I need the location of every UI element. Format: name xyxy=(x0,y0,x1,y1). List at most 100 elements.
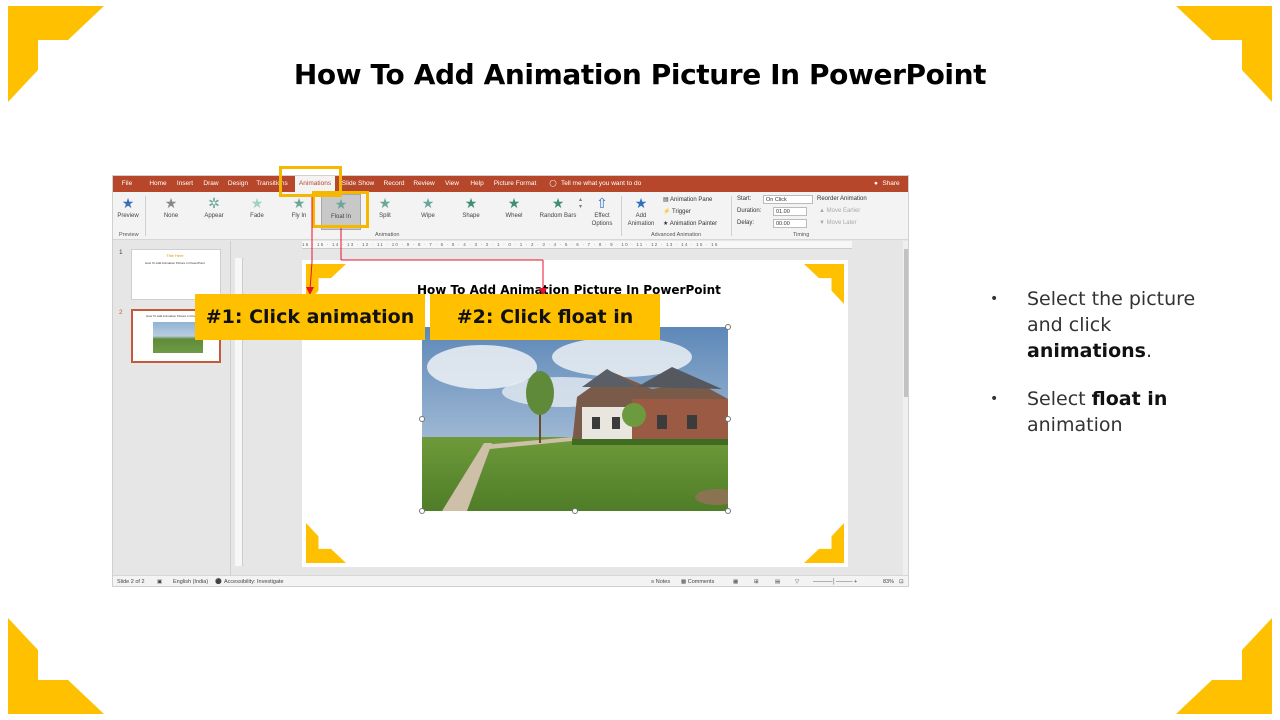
house-photo[interactable] xyxy=(422,327,728,511)
tab-slide-show[interactable]: Slide Show xyxy=(340,176,376,192)
slide-thumbnail-1[interactable]: Title Here How To Add Animation Picture … xyxy=(131,249,221,300)
ribbon-tab-bar: File Home Insert Draw Design Transitions… xyxy=(113,176,908,192)
move-later-button[interactable]: ▼ Move Later xyxy=(819,220,857,226)
vertical-scrollbar[interactable] xyxy=(903,241,908,575)
ribbon-separator xyxy=(731,196,732,236)
corner-decoration-bottom-left xyxy=(8,618,104,714)
accessibility-status[interactable]: Accessibility: Investigate xyxy=(224,576,284,586)
appear-star-icon: ✲ xyxy=(208,195,220,211)
tab-help[interactable]: Help xyxy=(466,176,488,192)
advanced-animation-group-label: Advanced Animation xyxy=(651,232,702,238)
start-label: Start: xyxy=(737,196,752,202)
start-dropdown[interactable]: On Click xyxy=(763,195,813,204)
tab-home[interactable]: Home xyxy=(147,176,169,192)
zoom-level[interactable]: 83% xyxy=(883,576,894,586)
add-animation-button[interactable]: ★ Add Animation xyxy=(623,194,659,230)
duration-label: Duration: xyxy=(737,208,762,214)
animation-wheel[interactable]: ★ Wheel xyxy=(494,194,534,230)
lightbulb-icon: ◯ xyxy=(549,180,557,187)
duration-input[interactable]: 01.00 xyxy=(773,207,807,216)
notes-button[interactable]: ≡ Notes xyxy=(651,576,670,586)
fit-slide-icon[interactable]: ⊡ xyxy=(899,576,904,586)
animation-appear[interactable]: ✲ Appear xyxy=(194,194,234,230)
preview-star-icon: ★ xyxy=(121,195,135,211)
slide-counter: Slide 2 of 2 xyxy=(117,579,145,585)
resize-handle[interactable] xyxy=(725,416,731,422)
animation-group-label: Animation xyxy=(375,232,400,238)
random-bars-star-icon: ★ xyxy=(551,195,565,211)
bullet-item-1: • Select the picture and click animation… xyxy=(990,288,1196,362)
animation-random-bars[interactable]: ★ Random Bars xyxy=(535,194,581,230)
callout-click-float-in: #2: Click float in xyxy=(430,294,660,340)
horizontal-ruler: 16 · 15 · 14 · 13 · 12 · 11 · 10 · 9 · 8… xyxy=(302,241,852,249)
tab-picture-format[interactable]: Picture Format xyxy=(492,176,538,192)
corner-decoration-bottom-right xyxy=(1176,618,1272,714)
bullet-dot: • xyxy=(990,391,999,407)
bullet-dot: • xyxy=(990,291,999,307)
inner-corner-bottom-right xyxy=(804,523,844,563)
tab-view[interactable]: View xyxy=(441,176,463,192)
shape-star-icon: ★ xyxy=(464,195,478,211)
delay-input[interactable]: 00.00 xyxy=(773,219,807,228)
animation-pane-button[interactable]: ▤ Animation Pane xyxy=(663,196,712,203)
add-animation-star-icon: ★ xyxy=(634,195,648,211)
reading-view-icon[interactable]: ▤ xyxy=(775,576,780,586)
tab-insert[interactable]: Insert xyxy=(174,176,196,192)
float-in-highlight xyxy=(312,191,369,228)
split-star-icon: ★ xyxy=(378,195,392,211)
thumb1-title: Title Here xyxy=(166,253,184,258)
slideshow-view-icon[interactable]: ▽ xyxy=(795,576,799,586)
ribbon-separator xyxy=(621,196,622,236)
wheel-star-icon: ★ xyxy=(507,195,521,211)
callout-click-animation: #1: Click animation xyxy=(195,294,425,340)
thumb-number-2: 2 xyxy=(119,309,123,316)
resize-handle[interactable] xyxy=(419,508,425,514)
resize-handle[interactable] xyxy=(419,416,425,422)
preview-group-label: Preview xyxy=(119,232,139,238)
resize-handle[interactable] xyxy=(572,508,578,514)
powerpoint-screenshot: File Home Insert Draw Design Transitions… xyxy=(112,175,909,587)
tab-review[interactable]: Review xyxy=(411,176,437,192)
effect-options-button[interactable]: ⇧ Effect Options xyxy=(585,194,619,230)
spellcheck-icon[interactable]: ▣ xyxy=(157,576,162,586)
thumb1-subtitle: How To Add Animation Picture In PowerPoi… xyxy=(145,261,205,265)
resize-handle[interactable] xyxy=(725,324,731,330)
slide-sorter-icon[interactable]: ⊞ xyxy=(754,576,759,586)
animation-shape[interactable]: ★ Shape xyxy=(451,194,491,230)
tab-design[interactable]: Design xyxy=(225,176,251,192)
gallery-scroll-icon[interactable]: ▴ ▾ xyxy=(579,196,582,210)
reorder-animation-label: Reorder Animation xyxy=(817,196,867,202)
share-button[interactable]: Share xyxy=(879,176,903,192)
animation-none[interactable]: ★ None xyxy=(151,194,191,230)
accessibility-icon: ⚫ xyxy=(215,579,222,585)
animation-wipe[interactable]: ★ Wipe xyxy=(408,194,448,230)
none-star-icon: ★ xyxy=(164,195,178,211)
language-indicator[interactable]: English (India) xyxy=(173,576,208,586)
tab-draw[interactable]: Draw xyxy=(201,176,221,192)
delay-label: Delay: xyxy=(737,220,755,226)
animation-fade[interactable]: ★ Fade xyxy=(237,194,277,230)
animations-ribbon: ★ Preview Preview ★ None ✲ Appear ★ Fade ★ F… xyxy=(113,192,908,240)
scrollbar-thumb[interactable] xyxy=(904,249,908,397)
resize-handle[interactable] xyxy=(725,508,731,514)
thumb-number-1: 1 xyxy=(119,249,123,256)
instruction-bullets: • Select the picture and click animation… xyxy=(990,286,1230,460)
preview-button[interactable]: ★ Preview xyxy=(113,194,143,230)
inner-corner-bottom-left xyxy=(306,523,346,563)
arrow-up-icon: ⇧ xyxy=(596,195,608,211)
animation-painter-button[interactable]: ★ Animation Painter xyxy=(663,220,717,227)
tell-me-search[interactable]: Tell me what you want to do xyxy=(561,176,651,192)
slide-thumbnails-pane: 1 Title Here How To Add Animation Pictur… xyxy=(113,241,231,575)
move-earlier-button[interactable]: ▲ Move Earlier xyxy=(819,208,860,214)
normal-view-icon[interactable]: ▦ xyxy=(733,576,738,586)
bullet-item-2: • Select float in animation xyxy=(990,388,1168,436)
slide-title: How To Add Animation Picture In PowerPoi… xyxy=(293,58,987,91)
animation-split[interactable]: ★ Split xyxy=(365,194,405,230)
tab-record[interactable]: Record xyxy=(381,176,407,192)
zoom-slider[interactable]: –———│——— + xyxy=(813,576,857,586)
comments-button[interactable]: ▩ Comments xyxy=(681,576,714,586)
trigger-button[interactable]: ⚡ Trigger xyxy=(663,208,691,215)
tab-file[interactable]: File xyxy=(119,176,135,192)
fade-star-icon: ★ xyxy=(250,195,264,211)
inner-corner-top-right xyxy=(804,264,844,304)
